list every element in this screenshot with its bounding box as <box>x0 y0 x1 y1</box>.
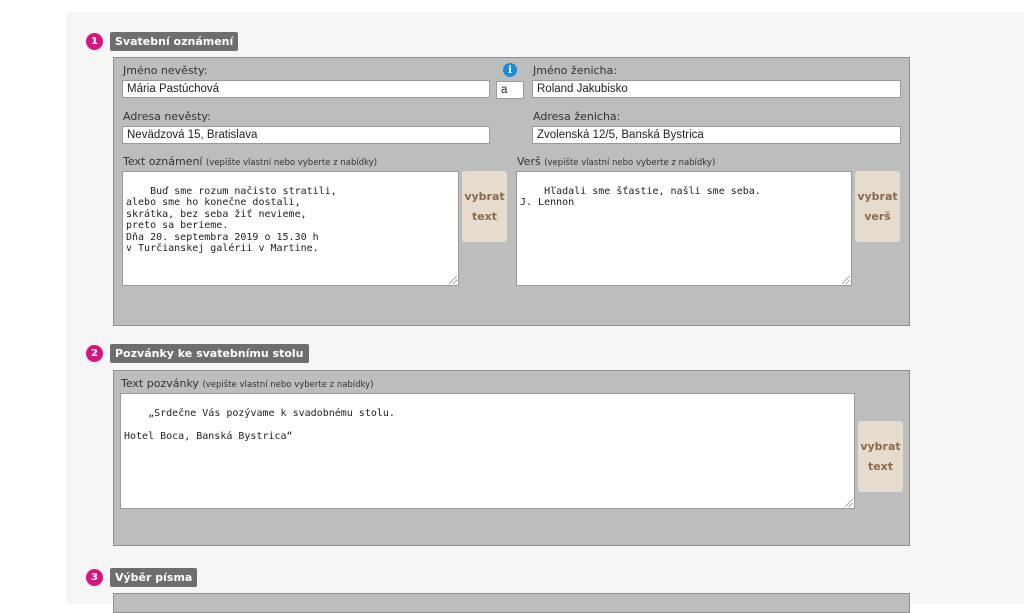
section-title: Pozvánky ke svatebnímu stolu <box>110 344 309 363</box>
announcement-text-label: Text oznámení (vepište vlastní nebo vybe… <box>123 155 377 168</box>
groom-name-label: Jméno ženicha: <box>533 64 617 77</box>
section-title: Svatební oznámení <box>110 32 239 51</box>
invitation-text-label: Text pozvánky (vepište vlastní nebo vybe… <box>121 377 374 390</box>
verse-label-main: Verš <box>517 155 541 168</box>
pick-verse-line2: verš <box>864 209 891 223</box>
font-selection-panel <box>113 593 910 613</box>
announcement-textarea[interactable]: Buď sme rozum načisto stratili, alebo sm… <box>122 171 459 286</box>
invitation-textarea[interactable]: „Srdečne Vás pozývame k svadobnému stolu… <box>120 393 855 509</box>
pick-verse-line1: vybrat <box>857 189 898 203</box>
pick-verse-button[interactable]: vybrat verš <box>855 171 900 242</box>
verse-textarea[interactable]: Hľadali sme šťastie, našli sme seba. J. … <box>516 171 852 286</box>
section-1-header: 1 Svatební oznámení <box>86 32 239 51</box>
pick-invitation-line2: text <box>867 459 894 473</box>
step-number-1: 1 <box>86 33 103 50</box>
resize-grip-icon[interactable] <box>845 499 853 507</box>
resize-grip-icon[interactable] <box>842 276 850 284</box>
pick-text-line2: text <box>471 209 498 223</box>
verse-label: Verš (vepište vlastní nebo vyberte z nab… <box>517 155 715 168</box>
pick-invitation-text-button[interactable]: vybrat text <box>858 421 903 492</box>
invitation-panel: Text pozvánky (vepište vlastní nebo vybe… <box>113 370 910 546</box>
announcement-text-value: Buď sme rozum načisto stratili, alebo sm… <box>126 185 337 255</box>
pick-text-button[interactable]: vybrat text <box>462 171 507 242</box>
groom-name-input[interactable]: Roland Jakubisko <box>532 80 901 98</box>
bride-address-input[interactable]: Nevädzová 15, Bratislava <box>122 126 490 144</box>
pick-invitation-line1: vybrat <box>860 439 901 453</box>
announcement-text-label-main: Text oznámení <box>123 155 203 168</box>
invitation-text-label-main: Text pozvánky <box>121 377 199 390</box>
info-icon[interactable]: i <box>503 63 517 77</box>
groom-address-input[interactable]: Zvolenská 12/5, Banská Bystrica <box>532 126 901 144</box>
bride-name-label: Jméno nevěsty: <box>123 64 208 77</box>
bride-name-input[interactable]: Mária Pastúchová <box>122 80 490 98</box>
section-title: Výběr písma <box>110 568 198 587</box>
groom-address-label: Adresa ženicha: <box>533 110 621 123</box>
section-3-header: 3 Výběr písma <box>86 568 198 587</box>
resize-grip-icon[interactable] <box>449 276 457 284</box>
announcement-text-hint: (vepište vlastní nebo vyberte z nabídky) <box>205 158 378 168</box>
announcement-panel: Jméno nevěsty: Mária Pastúchová a i Jmén… <box>113 57 910 326</box>
verse-hint: (vepište vlastní nebo vyberte z nabídky) <box>544 158 716 168</box>
step-number-2: 2 <box>86 345 103 362</box>
bride-address-label: Adresa nevěsty: <box>123 110 211 123</box>
verse-text-value: Hľadali sme šťastie, našli sme seba. J. … <box>520 185 761 209</box>
invitation-text-value: „Srdečne Vás pozývame k svadobnému stolu… <box>124 407 395 442</box>
conjunction-input[interactable]: a <box>496 81 524 99</box>
section-2-header: 2 Pozvánky ke svatebnímu stolu <box>86 344 309 363</box>
step-number-3: 3 <box>86 569 103 586</box>
invitation-text-hint: (vepište vlastní nebo vyberte z nabídky) <box>202 380 374 390</box>
pick-text-line1: vybrat <box>464 189 505 203</box>
